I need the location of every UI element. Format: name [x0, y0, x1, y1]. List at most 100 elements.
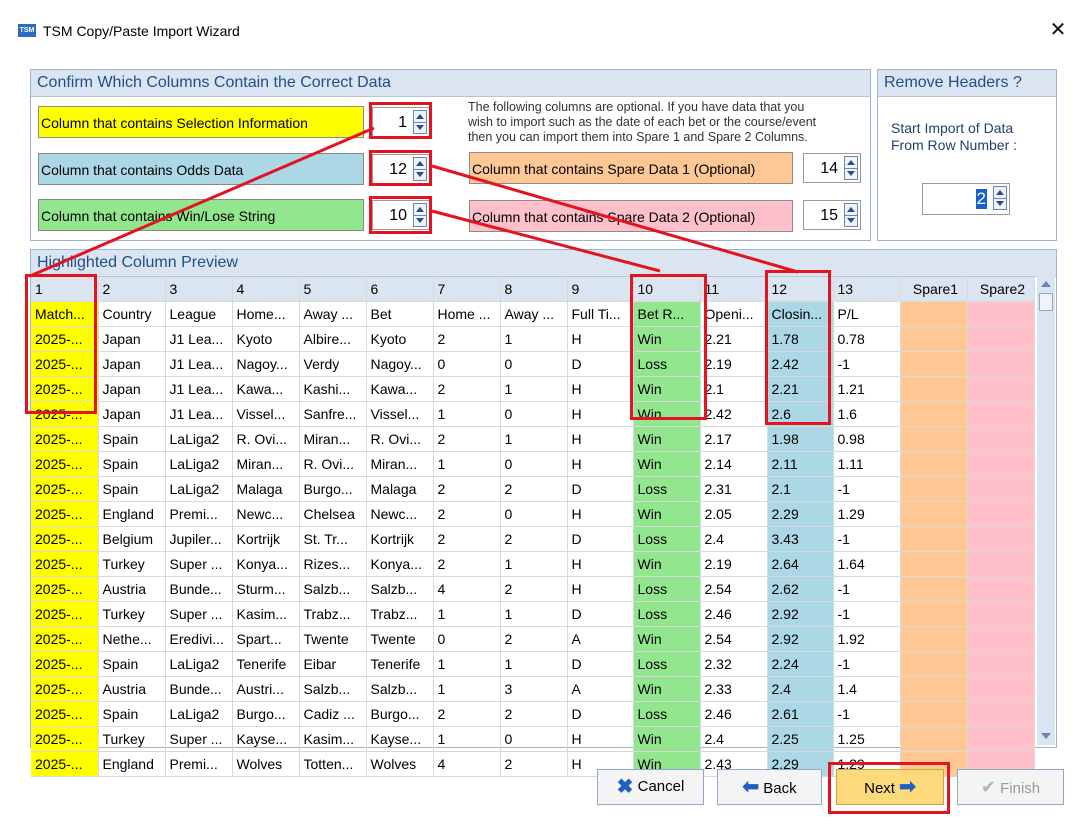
table-cell: 2.25 — [767, 726, 834, 752]
table-cell: D — [567, 476, 634, 502]
table-cell: Spain — [98, 651, 166, 677]
table-cell: R. Ovi... — [299, 451, 367, 477]
table-cell: Salzb... — [366, 676, 434, 702]
table-cell: Loss — [633, 576, 701, 602]
confirm-columns-header: Confirm Which Columns Contain the Correc… — [31, 70, 870, 97]
table-cell — [967, 576, 1035, 602]
table-cell — [967, 626, 1035, 652]
table-cell: Premi... — [165, 751, 233, 777]
table-row: 2025-... Spain LaLiga2 Burgo... Cadiz ... Bur… — [31, 701, 1035, 727]
table-cell: D — [567, 651, 634, 677]
table-cell: Sanfre... — [299, 401, 367, 427]
table-cell: 1 — [433, 601, 501, 627]
table-cell — [900, 676, 968, 702]
preview-scrollbar[interactable] — [1037, 275, 1055, 745]
table-cell: Malaga — [366, 476, 434, 502]
table-cell: St. Tr... — [299, 526, 367, 552]
column-header[interactable]: 7 — [433, 277, 501, 302]
column-header[interactable]: 13 — [833, 277, 901, 302]
spare1-column-label: Column that contains Spare Data 1 (Optio… — [469, 152, 793, 184]
scroll-thumb[interactable] — [1039, 293, 1053, 311]
table-cell: Bunde... — [165, 676, 233, 702]
winlose-value-highlight — [369, 196, 432, 234]
table-cell: 2.19 — [700, 551, 768, 577]
table-cell: J1 Lea... — [165, 351, 233, 377]
table-cell: J1 Lea... — [165, 326, 233, 352]
table-row: 2025-... Japan J1 Lea... Nagoy... Verdy Nagoy… — [31, 351, 1035, 377]
table-cell: LaLiga2 — [165, 451, 233, 477]
table-cell — [967, 601, 1035, 627]
table-cell: Belgium — [98, 526, 166, 552]
table-cell: 2025-... — [31, 626, 99, 652]
table-cell: 2.54 — [700, 626, 768, 652]
table-cell: LaLiga2 — [165, 701, 233, 727]
table-cell: H — [567, 426, 634, 452]
close-icon[interactable]: ✕ — [1046, 18, 1070, 42]
table-cell: 2.33 — [700, 676, 768, 702]
column-header[interactable]: 4 — [232, 277, 300, 302]
table-cell: LaLiga2 — [165, 476, 233, 502]
start-row-spinner[interactable]: 2 — [922, 183, 1010, 215]
table-cell: Kortrijk — [232, 526, 300, 552]
spare2-column-spinner[interactable]: 15 — [803, 200, 861, 230]
scroll-up-icon[interactable] — [1041, 281, 1051, 287]
spare1-column-spinner[interactable]: 14 — [803, 153, 861, 183]
table-cell: 2 — [500, 626, 568, 652]
cancel-icon: ✖ — [616, 776, 634, 798]
table-cell: Home ... — [433, 301, 501, 327]
table-cell: 2 — [500, 476, 568, 502]
table-cell: Malaga — [232, 476, 300, 502]
column-header[interactable]: Spare1 — [900, 277, 968, 302]
table-cell — [967, 726, 1035, 752]
column-header[interactable]: 6 — [366, 277, 434, 302]
table-cell: Eredivi... — [165, 626, 233, 652]
table-cell: Vissel... — [232, 401, 300, 427]
spinner-arrows-icon[interactable] — [993, 186, 1007, 210]
table-cell: England — [98, 751, 166, 777]
table-cell: 2 — [500, 576, 568, 602]
table-cell: Win — [633, 551, 701, 577]
table-cell: Kyoto — [232, 326, 300, 352]
start-row-line: Start Import of Data — [891, 120, 1014, 136]
table-cell: 0 — [500, 451, 568, 477]
table-cell: 3.43 — [767, 526, 834, 552]
column-header[interactable]: 11 — [700, 277, 768, 302]
table-cell: R. Ovi... — [232, 426, 300, 452]
note-line: wish to import such as the date of each … — [468, 115, 817, 129]
table-cell: 3 — [500, 676, 568, 702]
table-cell: Miran... — [299, 426, 367, 452]
table-cell: 2.24 — [767, 651, 834, 677]
table-cell: Tenerife — [366, 651, 434, 677]
back-button[interactable]: ⬅ Back — [717, 769, 822, 805]
spinner-arrows-icon[interactable] — [844, 156, 858, 180]
scroll-down-icon[interactable] — [1041, 733, 1051, 739]
table-cell: 2.46 — [700, 701, 768, 727]
table-cell: Newc... — [232, 501, 300, 527]
table-cell: 2.92 — [767, 601, 834, 627]
column-header[interactable]: 8 — [500, 277, 568, 302]
table-cell: Turkey — [98, 551, 166, 577]
column-header[interactable]: 3 — [165, 277, 233, 302]
table-cell: Win — [633, 451, 701, 477]
column-header[interactable]: 2 — [98, 277, 166, 302]
table-cell: 2025-... — [31, 701, 99, 727]
table-cell: 2025-... — [31, 501, 99, 527]
table-cell: Wolves — [232, 751, 300, 777]
spare2-column-label: Column that contains Spare Data 2 (Optio… — [469, 200, 793, 232]
spinner-arrows-icon[interactable] — [844, 203, 858, 227]
finish-button[interactable]: ✔ Finish — [957, 769, 1064, 805]
table-cell: 1 — [500, 551, 568, 577]
optional-columns-note: The following columns are optional. If y… — [468, 100, 858, 145]
table-cell: Vissel... — [366, 401, 434, 427]
preview-table[interactable]: 1 2 3 4 5 6 7 8 9 10 11 12 13 Spare1 Spare2 Match... Cou… — [31, 277, 1035, 777]
table-cell: Austria — [98, 676, 166, 702]
column-header[interactable]: 5 — [299, 277, 367, 302]
table-cell: Nagoy... — [232, 351, 300, 377]
table-cell — [900, 326, 968, 352]
remove-headers-header: Remove Headers ? — [878, 70, 1056, 97]
column-header[interactable]: 9 — [567, 277, 634, 302]
table-cell: 2025-... — [31, 676, 99, 702]
column-header[interactable]: Spare2 — [967, 277, 1035, 302]
cancel-button[interactable]: ✖ Cancel — [597, 769, 704, 805]
table-cell: Kashi... — [299, 376, 367, 402]
